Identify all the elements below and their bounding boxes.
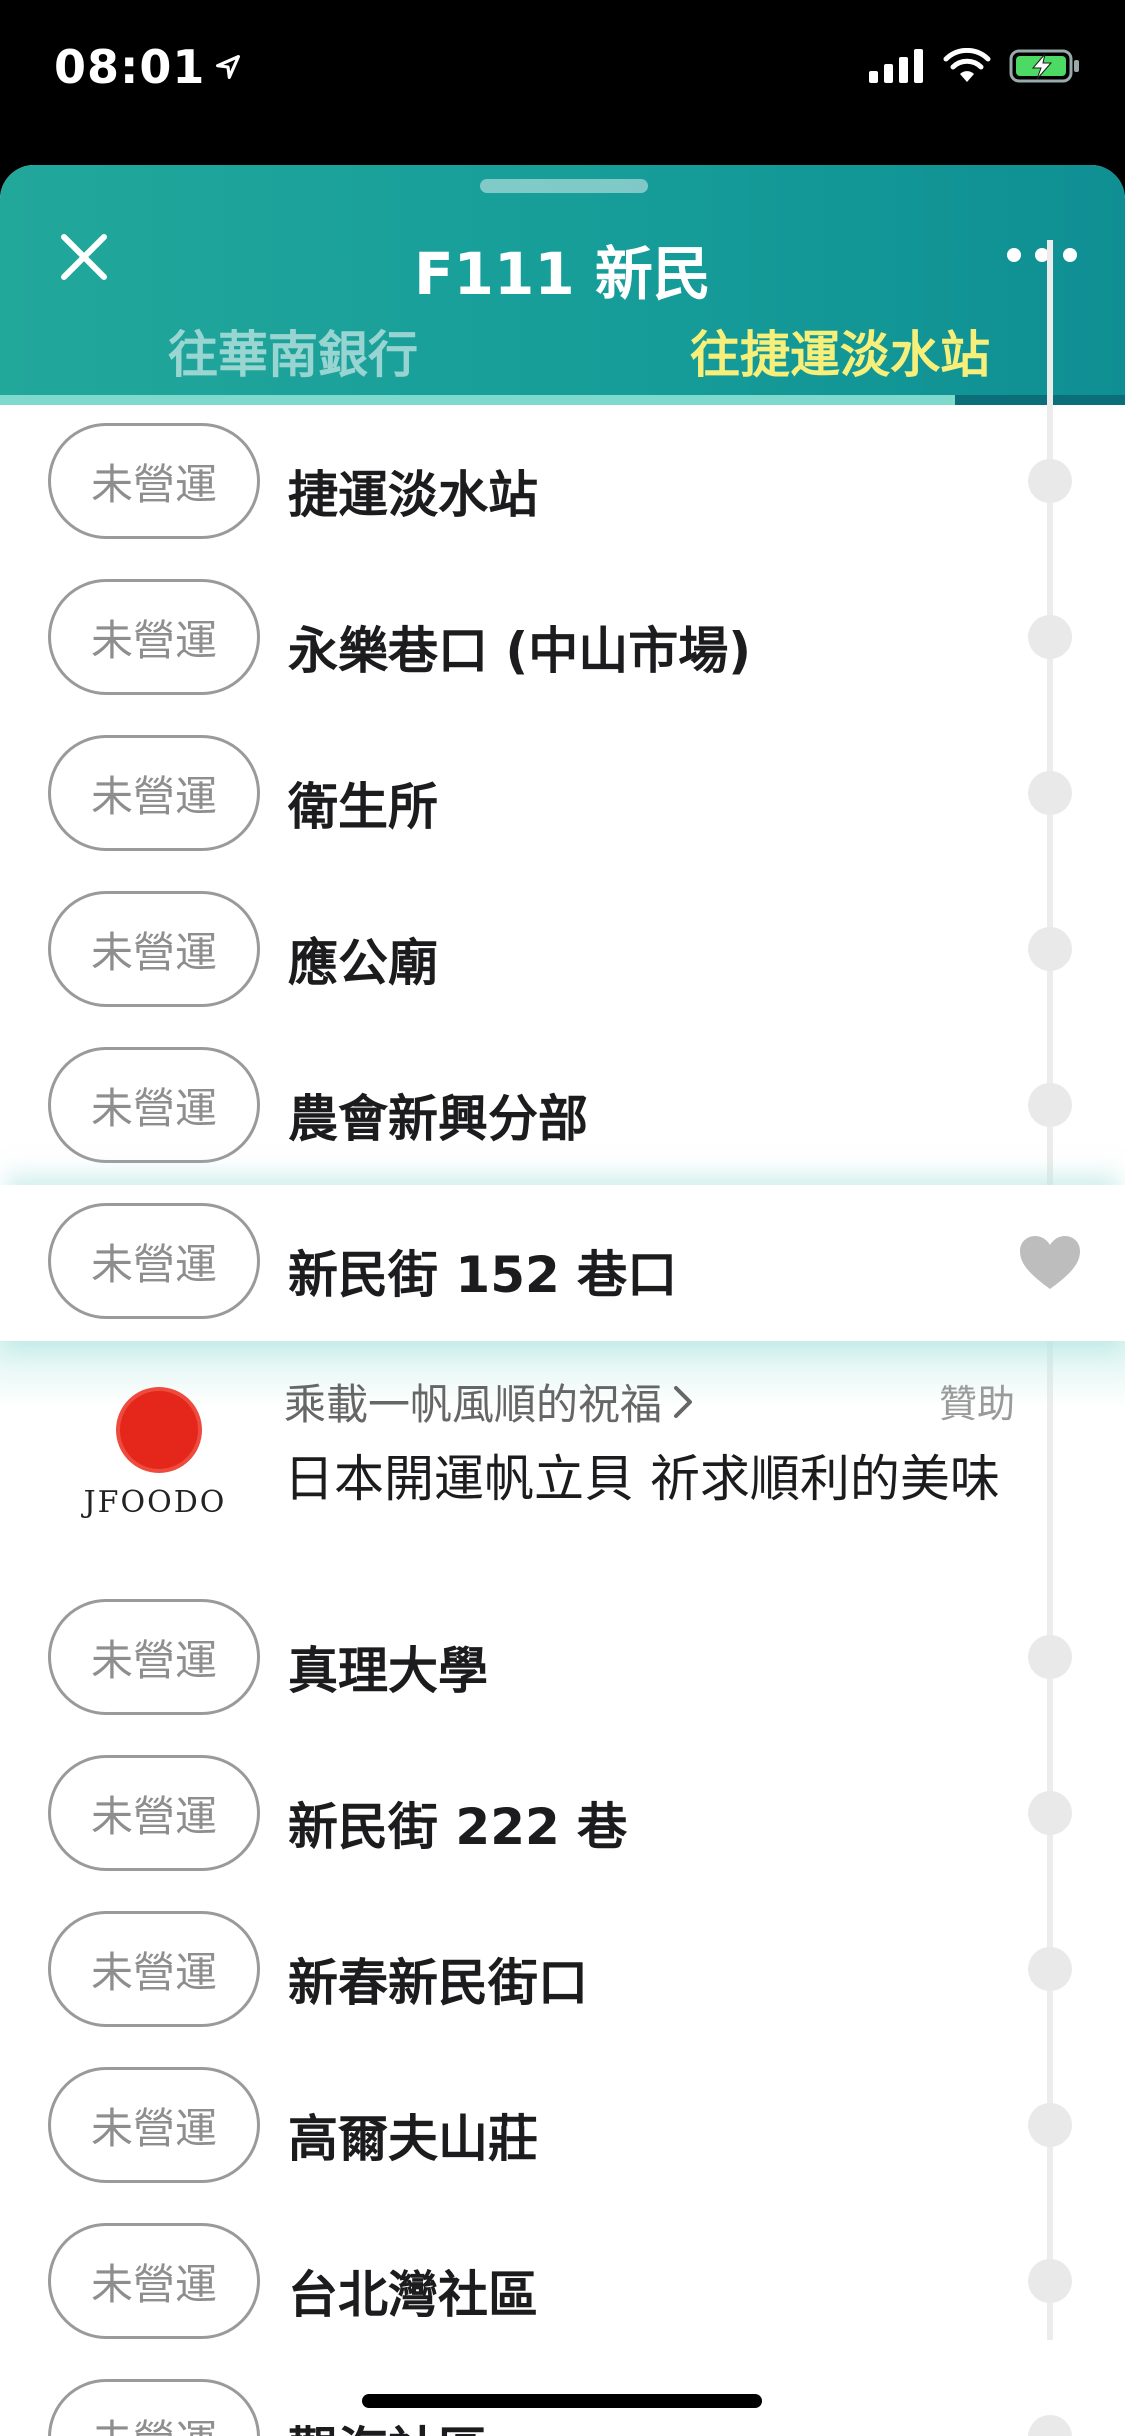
tab-direction-huanan-bank[interactable]: 往華南銀行: [168, 315, 418, 387]
sponsor-logo-text: JFOODO: [83, 1485, 227, 1520]
wifi-icon: [943, 48, 991, 82]
stop-dot: [1028, 771, 1072, 815]
more-dot: [1007, 248, 1021, 262]
stop-name: 應公廟: [288, 934, 438, 992]
stop-row[interactable]: 未營運 永樂巷口 (中山市場): [0, 561, 1125, 717]
stop-dot: [1028, 459, 1072, 503]
eta-badge: 未營運: [48, 735, 260, 851]
eta-badge: 未營運: [48, 1599, 260, 1715]
screen: 08:01 F111 新民 往華南銀行 往捷運淡水站 未營運 捷運淡水站 未營運…: [0, 0, 1125, 2436]
stop-row[interactable]: 未營運 新民街 222 巷: [0, 1737, 1125, 1893]
sheet-header: F111 新民 往華南銀行 往捷運淡水站: [0, 165, 1125, 405]
eta-badge: 未營運: [48, 2067, 260, 2183]
stop-dot: [1028, 1791, 1072, 1835]
chevron-right-icon: [674, 1385, 693, 1418]
ad-tagline-text: 乘載一帆風順的祝福: [284, 1380, 663, 1429]
current-stop-row[interactable]: 未營運 新民街 152 巷口: [0, 1185, 1125, 1341]
stop-dot: [1028, 2415, 1072, 2436]
sponsor-logo-sun: [120, 1391, 198, 1469]
status-bar: 08:01: [0, 0, 1125, 165]
stop-name: 捷運淡水站: [288, 466, 538, 524]
stop-row[interactable]: 未營運 應公廟: [0, 873, 1125, 1029]
stop-row[interactable]: 未營運 捷運淡水站: [0, 405, 1125, 561]
eta-badge: 未營運: [48, 579, 260, 695]
eta-badge: 未營運: [48, 1755, 260, 1871]
stop-name: 新春新民街口: [288, 1954, 588, 2012]
stop-row[interactable]: 未營運 新春新民街口: [0, 1893, 1125, 2049]
status-time-text: 08:01: [54, 40, 206, 94]
stop-row[interactable]: 未營運 台北灣社區: [0, 2205, 1125, 2361]
battery-charging-icon: [1009, 49, 1079, 83]
stop-dot: [1028, 615, 1072, 659]
stop-dot: [1028, 1947, 1072, 1991]
location-arrow-icon: [216, 55, 241, 79]
stop-name: 農會新興分部: [288, 1090, 588, 1148]
eta-badge: 未營運: [48, 1203, 260, 1319]
heart-icon[interactable]: [1018, 1235, 1082, 1291]
ad-title: 日本開運帆立貝 祈求順利的美味: [284, 1450, 1000, 1508]
stop-list: 未營運 捷運淡水站 未營運 永樂巷口 (中山市場) 未營運 衛生所 未營運 應公…: [0, 405, 1125, 2436]
header-progress-fill: [0, 395, 955, 405]
stop-row[interactable]: 未營運 衛生所: [0, 717, 1125, 873]
stop-row[interactable]: 未營運 高爾夫山莊: [0, 2049, 1125, 2205]
stop-row[interactable]: 未營運 農會新興分部: [0, 1029, 1125, 1185]
stop-name: 台北灣社區: [288, 2266, 538, 2324]
cellular-signal-icon: [869, 49, 923, 83]
status-time: 08:01: [54, 40, 241, 94]
eta-badge: 未營運: [48, 2379, 260, 2436]
stop-name: 高爾夫山莊: [288, 2110, 538, 2168]
home-indicator[interactable]: [362, 2394, 762, 2408]
stop-name: 新民街 152 巷口: [288, 1246, 678, 1304]
stop-name: 永樂巷口 (中山市場): [288, 622, 752, 680]
header-progress-bar: [0, 395, 1125, 405]
eta-badge: 未營運: [48, 1047, 260, 1163]
stop-row[interactable]: 未營運 真理大學: [0, 1581, 1125, 1737]
stop-dot: [1028, 1083, 1072, 1127]
page-title: F111 新民: [414, 240, 711, 308]
stop-name: 觀海社區: [288, 2411, 488, 2436]
stop-dot: [1028, 2259, 1072, 2303]
direction-tabs: 往華南銀行 往捷運淡水站: [0, 315, 1125, 405]
more-dot: [1063, 248, 1077, 262]
eta-badge: 未營運: [48, 2223, 260, 2339]
eta-badge: 未營運: [48, 423, 260, 539]
stop-name: 衛生所: [288, 778, 438, 836]
sponsored-label: 贊助: [938, 1382, 1015, 1426]
sheet-grabber-handle[interactable]: [480, 179, 648, 193]
more-options-icon[interactable]: [1007, 237, 1077, 273]
sponsor-logo: JFOODO: [70, 1391, 240, 1531]
eta-badge: 未營運: [48, 891, 260, 1007]
stop-dot: [1028, 927, 1072, 971]
ad-tagline-link[interactable]: 乘載一帆風順的祝福: [284, 1371, 694, 1432]
sponsored-ad-banner[interactable]: JFOODO 乘載一帆風順的祝福 贊助 日本開運帆立貝 祈求順利的美味: [0, 1341, 1125, 1581]
stop-dot: [1028, 1635, 1072, 1679]
tab-direction-tamsui-station[interactable]: 往捷運淡水站: [690, 315, 990, 387]
stop-name: 新民街 222 巷: [288, 1798, 628, 1856]
status-icons: [869, 48, 1081, 84]
stop-dot: [1028, 2103, 1072, 2147]
stop-name: 真理大學: [288, 1642, 488, 1700]
eta-badge: 未營運: [48, 1911, 260, 2027]
